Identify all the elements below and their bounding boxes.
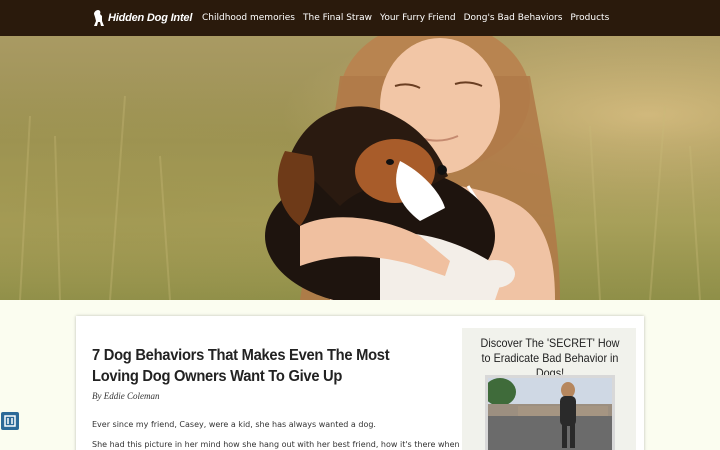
hero-photo (19, 36, 701, 300)
main-menu: Childhood memories The Final Straw Your … (202, 0, 617, 36)
article-byline: By Eddie Coleman (92, 391, 160, 401)
article-title: 7 Dog Behaviors That Makes Even The Most… (92, 347, 390, 385)
article-paragraph: She had this picture in her mind how she… (92, 440, 460, 449)
top-nav: Hidden Dog Intel Childhood memories The … (0, 0, 720, 36)
floating-badge[interactable] (1, 412, 19, 430)
nav-childhood-memories[interactable]: Childhood memories (202, 13, 295, 23)
dog-icon (94, 10, 104, 26)
promo-image[interactable] (485, 375, 615, 450)
promo-photo (488, 378, 612, 450)
hero-image (0, 36, 720, 300)
nav-dongs-bad-behaviors[interactable]: Dong's Bad Behaviors (464, 13, 563, 23)
nav-your-furry-friend[interactable]: Your Furry Friend (380, 13, 456, 23)
nav-products[interactable]: Products (570, 13, 609, 23)
brand-name: Hidden Dog Intel (108, 12, 193, 24)
nav-the-final-straw[interactable]: The Final Straw (303, 13, 372, 23)
article-paragraph: Ever since my friend, Casey, were a kid,… (92, 420, 376, 429)
badge-icon (4, 415, 16, 427)
brand-logo[interactable]: Hidden Dog Intel (92, 8, 192, 28)
